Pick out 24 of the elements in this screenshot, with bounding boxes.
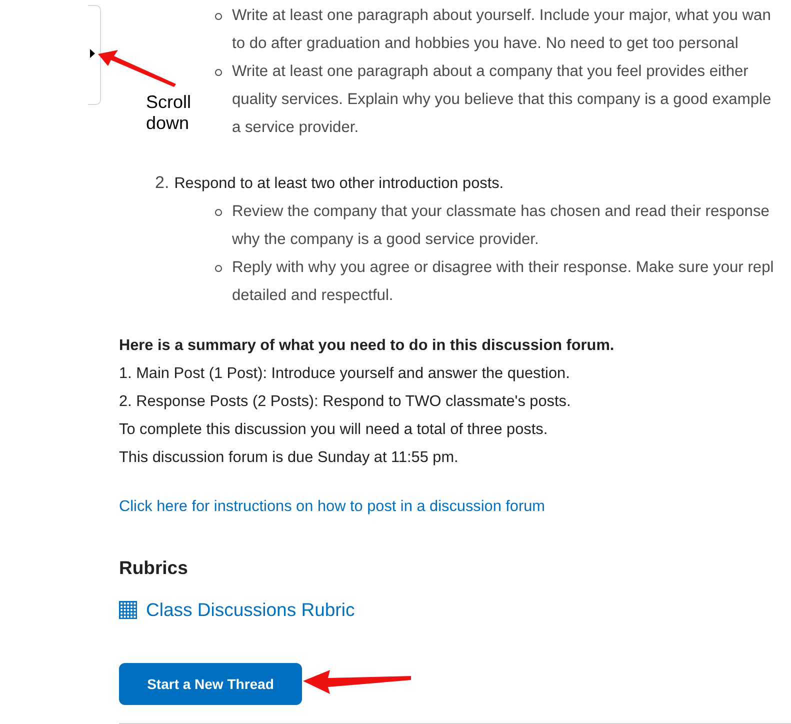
list-number: 2. <box>155 172 170 194</box>
bullet-icon <box>215 209 222 216</box>
side-panel-tab[interactable] <box>88 5 101 105</box>
list-item-text: Review the company that your classmate has chosen and read their response why the company is a good service provider. <box>232 202 770 250</box>
summary-line: 1. Main Post (1 Post): Introduce yourself and answer the question. <box>119 364 571 384</box>
bullet-icon <box>215 13 222 20</box>
list-item-text: Write at least one paragraph about yourself. Include your major, what you wan to do after graduation and hobbies you have. No need to get too personal <box>232 6 771 54</box>
start-thread-button[interactable]: Start a New Thread <box>119 663 302 705</box>
list-item-text: Write at least one paragraph about a company that you feel provides either quality services. Explain why you believe that this company is a good example a service provider. <box>232 62 772 138</box>
bullet-icon <box>215 265 222 272</box>
summary-line: To complete this discussion you will need a total of three posts. <box>119 420 549 440</box>
summary-line: This discussion forum is due Sunday at 11:55 pm. <box>119 448 460 468</box>
list-item-text: Respond to at least two other introduction posts. <box>174 174 504 194</box>
caret-icon <box>90 49 95 58</box>
rubric-link[interactable]: Class Discussions Rubric <box>119 599 791 621</box>
summary-line: 2. Response Posts (2 Posts): Respond to TWO classmate's posts. <box>119 392 572 412</box>
summary-heading: Here is a summary of what you need to do in this discussion forum. <box>119 336 616 356</box>
rubrics-heading: Rubrics <box>119 556 189 580</box>
list-item-text: Reply with why you agree or disagree with their response. Make sure your repl detailed and respectful. <box>232 258 774 306</box>
rubric-link-text: Class Discussions Rubric <box>146 599 355 621</box>
instructions-link[interactable]: Click here for instructions on how to post in a discussion forum <box>119 493 546 521</box>
grid-icon <box>119 601 137 619</box>
bullet-icon <box>215 69 222 76</box>
annotation-label: Scroll down <box>146 92 192 134</box>
